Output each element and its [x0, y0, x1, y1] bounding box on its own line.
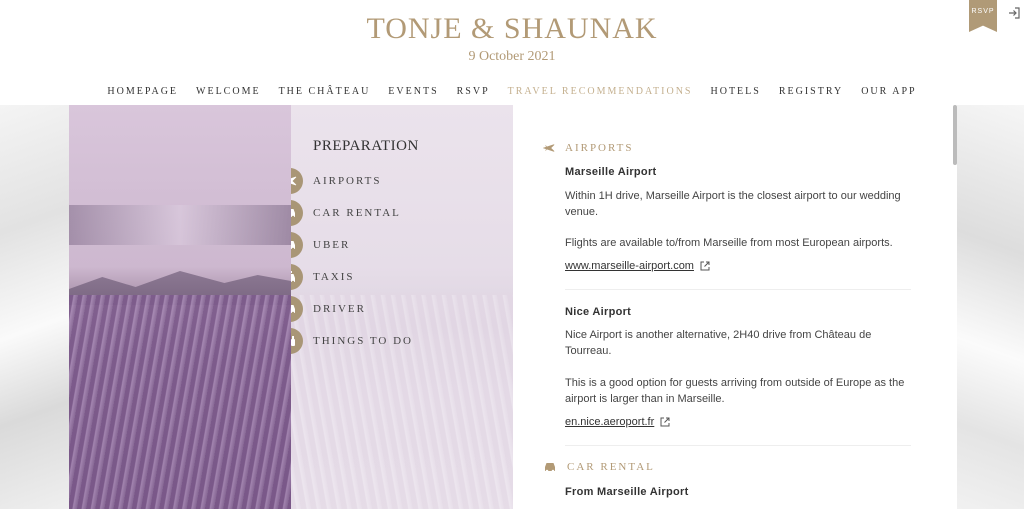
preparation-heading: PREPARATION — [313, 138, 419, 154]
from-marseille-airport-title: From Marseille Airport — [565, 486, 689, 498]
marseille-link-text: www.marseille-airport.com — [565, 260, 694, 272]
nice-paragraph-1: Nice Airport is another alternative, 2H4… — [565, 329, 872, 357]
prep-item-label: UBER — [313, 239, 351, 251]
nice-link-text: en.nice.aeroport.fr — [565, 416, 655, 428]
car-rental-heading-text: CAR RENTAL — [567, 461, 655, 473]
nav-registry[interactable]: REGISTRY — [779, 86, 843, 97]
nav-our-app[interactable]: OUR APP — [861, 86, 916, 97]
nice-airport-link[interactable]: en.nice.aeroport.fr — [565, 416, 670, 428]
nav-hotels[interactable]: HOTELS — [711, 86, 761, 97]
nav-events[interactable]: EVENTS — [388, 86, 438, 97]
external-link-icon — [700, 261, 710, 271]
taxi-icon — [291, 264, 303, 290]
travel-content: AIRPORTS Marseille Airport Within 1H dri… — [513, 105, 957, 509]
prep-item-taxis[interactable]: TAXIS — [291, 264, 355, 290]
prep-item-things-to-do[interactable]: THINGS TO DO — [291, 328, 413, 354]
prep-item-car-rental[interactable]: CAR RENTAL — [291, 200, 401, 226]
photo-field — [69, 295, 291, 509]
airports-heading-text: AIRPORTS — [565, 142, 634, 154]
car-icon — [545, 463, 555, 473]
wedding-date: 9 October 2021 — [468, 49, 556, 64]
car-icon — [291, 296, 303, 322]
marseille-airport-link[interactable]: www.marseille-airport.com — [565, 260, 710, 272]
marble-left — [0, 105, 69, 509]
nice-paragraph-2: This is a good option for guests arrivin… — [565, 377, 905, 405]
lavender-field-photo — [69, 105, 291, 509]
car-rental-section-heading: CAR RENTAL — [543, 461, 655, 473]
prep-item-driver[interactable]: DRIVER — [291, 296, 366, 322]
marble-right — [957, 105, 1024, 509]
plane-icon — [543, 144, 555, 152]
prep-item-label: DRIVER — [313, 303, 366, 315]
preparation-panel: PREPARATION AIRPORTS CAR RENTAL UBER TAX… — [291, 105, 513, 509]
marseille-paragraph-1: Within 1H drive, Marseille Airport is th… — [565, 190, 901, 218]
section-divider — [565, 445, 911, 446]
marseille-airport-title: Marseille Airport — [565, 166, 657, 178]
prep-item-label: CAR RENTAL — [313, 207, 401, 219]
site-title: TONJE & SHAUNAK — [366, 12, 658, 45]
section-divider — [565, 289, 911, 290]
nav-travel-recommendations[interactable]: TRAVEL RECOMMENDATIONS — [508, 86, 693, 97]
car-icon — [291, 232, 303, 258]
airports-section-heading: AIRPORTS — [543, 142, 634, 154]
marseille-paragraph-2: Flights are available to/from Marseille … — [565, 237, 893, 249]
prep-item-label: THINGS TO DO — [313, 335, 413, 347]
prep-item-uber[interactable]: UBER — [291, 232, 350, 258]
nav-rsvp[interactable]: RSVP — [457, 86, 490, 97]
external-link-icon — [660, 417, 670, 427]
car-icon — [291, 200, 303, 226]
photo-clouds — [69, 205, 291, 245]
scrollbar[interactable] — [953, 105, 957, 165]
nav-homepage[interactable]: HOMEPAGE — [107, 86, 178, 97]
login-icon[interactable] — [1007, 6, 1021, 20]
plane-icon — [291, 168, 303, 194]
main-nav: HOMEPAGE WELCOME THE CHÂTEAU EVENTS RSVP… — [0, 86, 1024, 97]
nav-the-chateau[interactable]: THE CHÂTEAU — [279, 86, 371, 97]
prep-item-label: TAXIS — [313, 271, 355, 283]
nice-airport-title: Nice Airport — [565, 306, 632, 318]
nav-welcome[interactable]: WELCOME — [196, 86, 261, 97]
prep-item-airports[interactable]: AIRPORTS — [291, 168, 382, 194]
site-header: TONJE & SHAUNAK 9 October 2021 HOMEPAGE … — [0, 0, 1024, 105]
prep-item-label: AIRPORTS — [313, 175, 382, 187]
binoculars-icon — [291, 328, 303, 354]
